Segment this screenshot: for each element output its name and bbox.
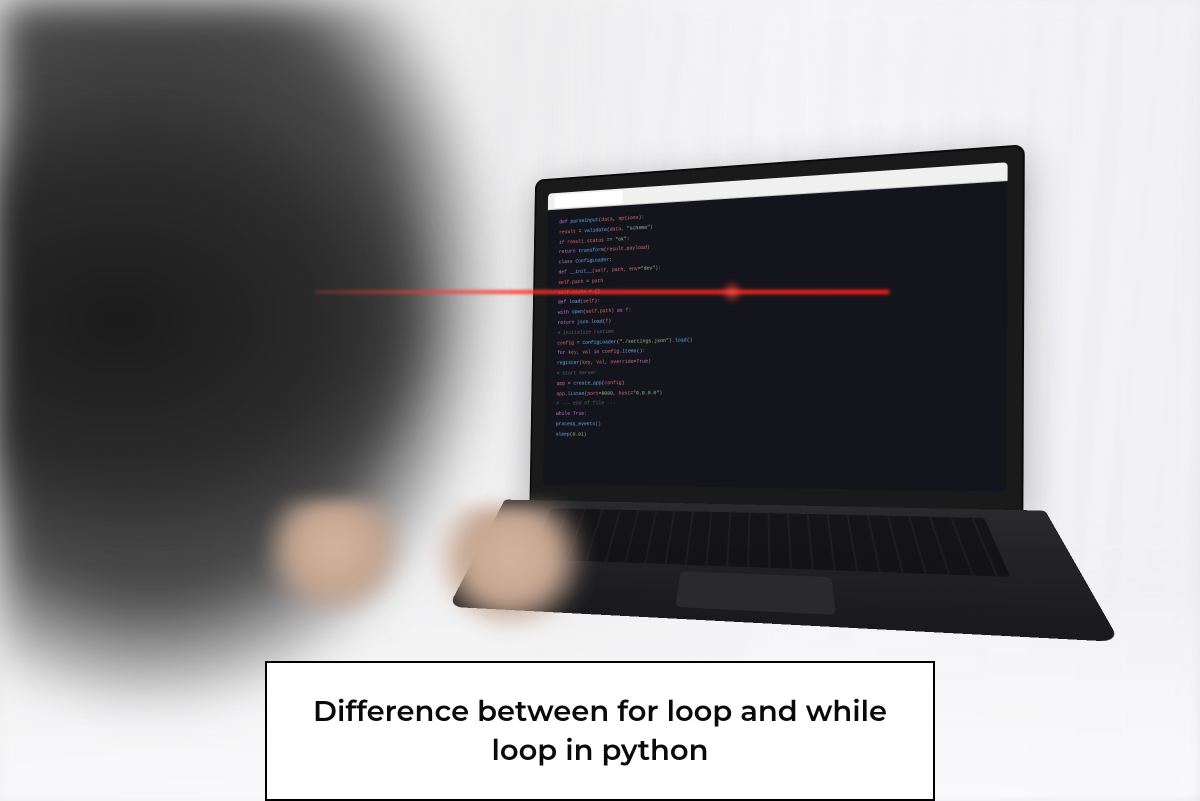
tutorial-thumbnail-image: def parseInput(data, options): result = …	[0, 0, 1200, 801]
code-editor: def parseInput(data, options): result = …	[543, 181, 1007, 492]
caption-title: Difference between for loop and while lo…	[307, 692, 893, 770]
laptop-screen: def parseInput(data, options): result = …	[543, 162, 1007, 491]
hand-right	[430, 505, 590, 635]
laptop-keyboard	[530, 508, 1010, 577]
laptop: def parseInput(data, options): result = …	[485, 138, 1113, 727]
hand-left	[260, 500, 410, 620]
caption-box: Difference between for loop and while lo…	[265, 661, 935, 801]
lens-flare-dot	[720, 280, 744, 304]
person-shoulder	[0, 80, 480, 561]
laptop-trackpad	[676, 571, 837, 615]
laptop-screen-bezel: def parseInput(data, options): result = …	[529, 144, 1024, 515]
lens-flare-streak	[315, 290, 889, 294]
